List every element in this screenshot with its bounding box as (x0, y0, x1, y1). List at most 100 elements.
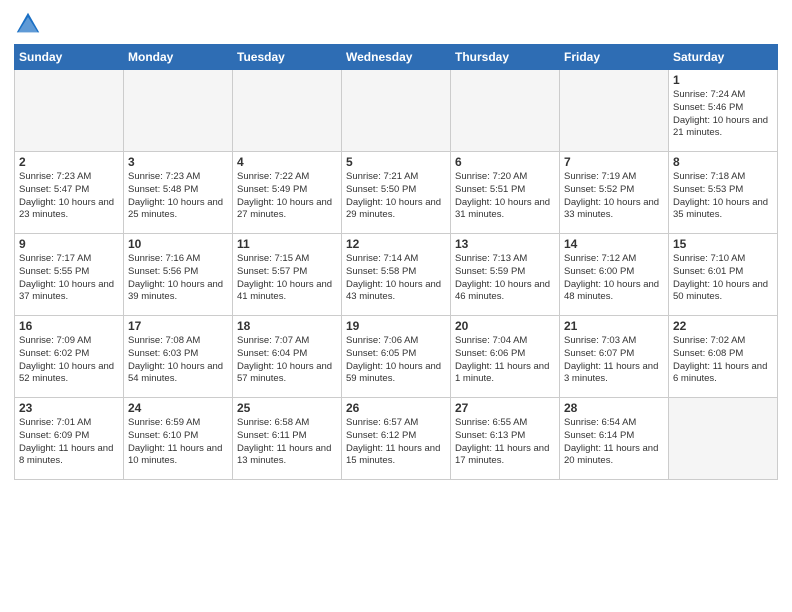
weekday-friday: Friday (560, 45, 669, 70)
day-number: 9 (19, 237, 119, 251)
calendar-cell: 16 Sunrise: 7:09 AM Sunset: 6:02 PM Dayli… (15, 316, 124, 398)
calendar-cell: 24 Sunrise: 6:59 AM Sunset: 6:10 PM Dayli… (124, 398, 233, 480)
day-number: 24 (128, 401, 228, 415)
day-info: Sunrise: 7:13 AM Sunset: 5:59 PM Dayligh… (455, 253, 555, 304)
calendar-cell: 17 Sunrise: 7:08 AM Sunset: 6:03 PM Dayli… (124, 316, 233, 398)
day-number: 15 (673, 237, 773, 251)
calendar-cell: 9 Sunrise: 7:17 AM Sunset: 5:55 PM Daylig… (15, 234, 124, 316)
day-info: Sunrise: 6:58 AM Sunset: 6:11 PM Dayligh… (237, 417, 337, 468)
day-number: 7 (564, 155, 664, 169)
day-number: 3 (128, 155, 228, 169)
weekday-sunday: Sunday (15, 45, 124, 70)
day-number: 8 (673, 155, 773, 169)
day-number: 25 (237, 401, 337, 415)
calendar-cell: 22 Sunrise: 7:02 AM Sunset: 6:08 PM Dayli… (669, 316, 778, 398)
calendar: SundayMondayTuesdayWednesdayThursdayFrid… (14, 44, 778, 480)
day-number: 11 (237, 237, 337, 251)
page: SundayMondayTuesdayWednesdayThursdayFrid… (0, 0, 792, 612)
week-row-1: 2Sunrise: 7:23 AM Sunset: 5:47 PM Daylig… (15, 152, 778, 234)
day-number: 14 (564, 237, 664, 251)
day-info: Sunrise: 7:15 AM Sunset: 5:57 PM Dayligh… (237, 253, 337, 304)
calendar-cell: 10 Sunrise: 7:16 AM Sunset: 5:56 PM Dayli… (124, 234, 233, 316)
day-info: Sunrise: 7:12 AM Sunset: 6:00 PM Dayligh… (564, 253, 664, 304)
calendar-header: SundayMondayTuesdayWednesdayThursdayFrid… (15, 45, 778, 70)
day-info: Sunrise: 7:02 AM Sunset: 6:08 PM Dayligh… (673, 335, 773, 386)
day-number: 6 (455, 155, 555, 169)
day-number: 27 (455, 401, 555, 415)
day-info: Sunrise: 7:03 AM Sunset: 6:07 PM Dayligh… (564, 335, 664, 386)
day-info: Sunrise: 6:59 AM Sunset: 6:10 PM Dayligh… (128, 417, 228, 468)
header (14, 10, 778, 38)
calendar-cell: 25 Sunrise: 6:58 AM Sunset: 6:11 PM Dayli… (233, 398, 342, 480)
day-number: 5 (346, 155, 446, 169)
calendar-cell (451, 70, 560, 152)
weekday-thursday: Thursday (451, 45, 560, 70)
calendar-cell: 6 Sunrise: 7:20 AM Sunset: 5:51 PM Daylig… (451, 152, 560, 234)
day-info: Sunrise: 6:55 AM Sunset: 6:13 PM Dayligh… (455, 417, 555, 468)
day-number: 4 (237, 155, 337, 169)
day-number: 28 (564, 401, 664, 415)
calendar-cell (124, 70, 233, 152)
day-info: Sunrise: 6:57 AM Sunset: 6:12 PM Dayligh… (346, 417, 446, 468)
day-number: 13 (455, 237, 555, 251)
week-row-0: 1Sunrise: 7:24 AM Sunset: 5:46 PM Daylig… (15, 70, 778, 152)
calendar-cell: 23 Sunrise: 7:01 AM Sunset: 6:09 PM Dayli… (15, 398, 124, 480)
calendar-cell: 7Sunrise: 7:19 AM Sunset: 5:52 PM Daylig… (560, 152, 669, 234)
day-number: 17 (128, 319, 228, 333)
calendar-cell: 21 Sunrise: 7:03 AM Sunset: 6:07 PM Dayli… (560, 316, 669, 398)
day-info: Sunrise: 7:16 AM Sunset: 5:56 PM Dayligh… (128, 253, 228, 304)
day-info: Sunrise: 7:17 AM Sunset: 5:55 PM Dayligh… (19, 253, 119, 304)
week-row-3: 16 Sunrise: 7:09 AM Sunset: 6:02 PM Dayli… (15, 316, 778, 398)
calendar-cell: 18 Sunrise: 7:07 AM Sunset: 6:04 PM Dayli… (233, 316, 342, 398)
day-number: 22 (673, 319, 773, 333)
day-info: Sunrise: 7:09 AM Sunset: 6:02 PM Dayligh… (19, 335, 119, 386)
calendar-cell: 19 Sunrise: 7:06 AM Sunset: 6:05 PM Dayli… (342, 316, 451, 398)
day-number: 2 (19, 155, 119, 169)
calendar-cell: 3 Sunrise: 7:23 AM Sunset: 5:48 PM Daylig… (124, 152, 233, 234)
calendar-cell: 14 Sunrise: 7:12 AM Sunset: 6:00 PM Dayli… (560, 234, 669, 316)
calendar-cell: 13 Sunrise: 7:13 AM Sunset: 5:59 PM Dayli… (451, 234, 560, 316)
calendar-cell: 12 Sunrise: 7:14 AM Sunset: 5:58 PM Dayli… (342, 234, 451, 316)
day-info: Sunrise: 7:18 AM Sunset: 5:53 PM Dayligh… (673, 171, 773, 222)
calendar-cell: 28 Sunrise: 6:54 AM Sunset: 6:14 PM Dayli… (560, 398, 669, 480)
calendar-cell: 2Sunrise: 7:23 AM Sunset: 5:47 PM Daylig… (15, 152, 124, 234)
weekday-saturday: Saturday (669, 45, 778, 70)
day-number: 16 (19, 319, 119, 333)
calendar-cell: 15 Sunrise: 7:10 AM Sunset: 6:01 PM Dayli… (669, 234, 778, 316)
calendar-cell: 1Sunrise: 7:24 AM Sunset: 5:46 PM Daylig… (669, 70, 778, 152)
calendar-cell (669, 398, 778, 480)
day-info: Sunrise: 7:10 AM Sunset: 6:01 PM Dayligh… (673, 253, 773, 304)
day-info: Sunrise: 7:22 AM Sunset: 5:49 PM Dayligh… (237, 171, 337, 222)
day-number: 23 (19, 401, 119, 415)
day-number: 12 (346, 237, 446, 251)
calendar-cell (233, 70, 342, 152)
day-info: Sunrise: 7:21 AM Sunset: 5:50 PM Dayligh… (346, 171, 446, 222)
day-info: Sunrise: 7:23 AM Sunset: 5:48 PM Dayligh… (128, 171, 228, 222)
weekday-row: SundayMondayTuesdayWednesdayThursdayFrid… (15, 45, 778, 70)
day-number: 19 (346, 319, 446, 333)
calendar-cell: 27 Sunrise: 6:55 AM Sunset: 6:13 PM Dayli… (451, 398, 560, 480)
day-number: 18 (237, 319, 337, 333)
day-info: Sunrise: 7:24 AM Sunset: 5:46 PM Dayligh… (673, 89, 773, 140)
day-number: 26 (346, 401, 446, 415)
day-info: Sunrise: 7:04 AM Sunset: 6:06 PM Dayligh… (455, 335, 555, 386)
weekday-tuesday: Tuesday (233, 45, 342, 70)
calendar-cell (342, 70, 451, 152)
calendar-cell (560, 70, 669, 152)
weekday-monday: Monday (124, 45, 233, 70)
day-number: 10 (128, 237, 228, 251)
week-row-4: 23 Sunrise: 7:01 AM Sunset: 6:09 PM Dayli… (15, 398, 778, 480)
day-info: Sunrise: 7:08 AM Sunset: 6:03 PM Dayligh… (128, 335, 228, 386)
calendar-cell: 5 Sunrise: 7:21 AM Sunset: 5:50 PM Daylig… (342, 152, 451, 234)
day-info: Sunrise: 7:01 AM Sunset: 6:09 PM Dayligh… (19, 417, 119, 468)
calendar-cell: 20Sunrise: 7:04 AM Sunset: 6:06 PM Dayli… (451, 316, 560, 398)
day-info: Sunrise: 7:06 AM Sunset: 6:05 PM Dayligh… (346, 335, 446, 386)
day-info: Sunrise: 7:07 AM Sunset: 6:04 PM Dayligh… (237, 335, 337, 386)
calendar-cell: 26 Sunrise: 6:57 AM Sunset: 6:12 PM Dayli… (342, 398, 451, 480)
day-info: Sunrise: 7:20 AM Sunset: 5:51 PM Dayligh… (455, 171, 555, 222)
day-info: Sunrise: 7:14 AM Sunset: 5:58 PM Dayligh… (346, 253, 446, 304)
day-info: Sunrise: 6:54 AM Sunset: 6:14 PM Dayligh… (564, 417, 664, 468)
day-number: 21 (564, 319, 664, 333)
calendar-cell: 4 Sunrise: 7:22 AM Sunset: 5:49 PM Daylig… (233, 152, 342, 234)
weekday-wednesday: Wednesday (342, 45, 451, 70)
